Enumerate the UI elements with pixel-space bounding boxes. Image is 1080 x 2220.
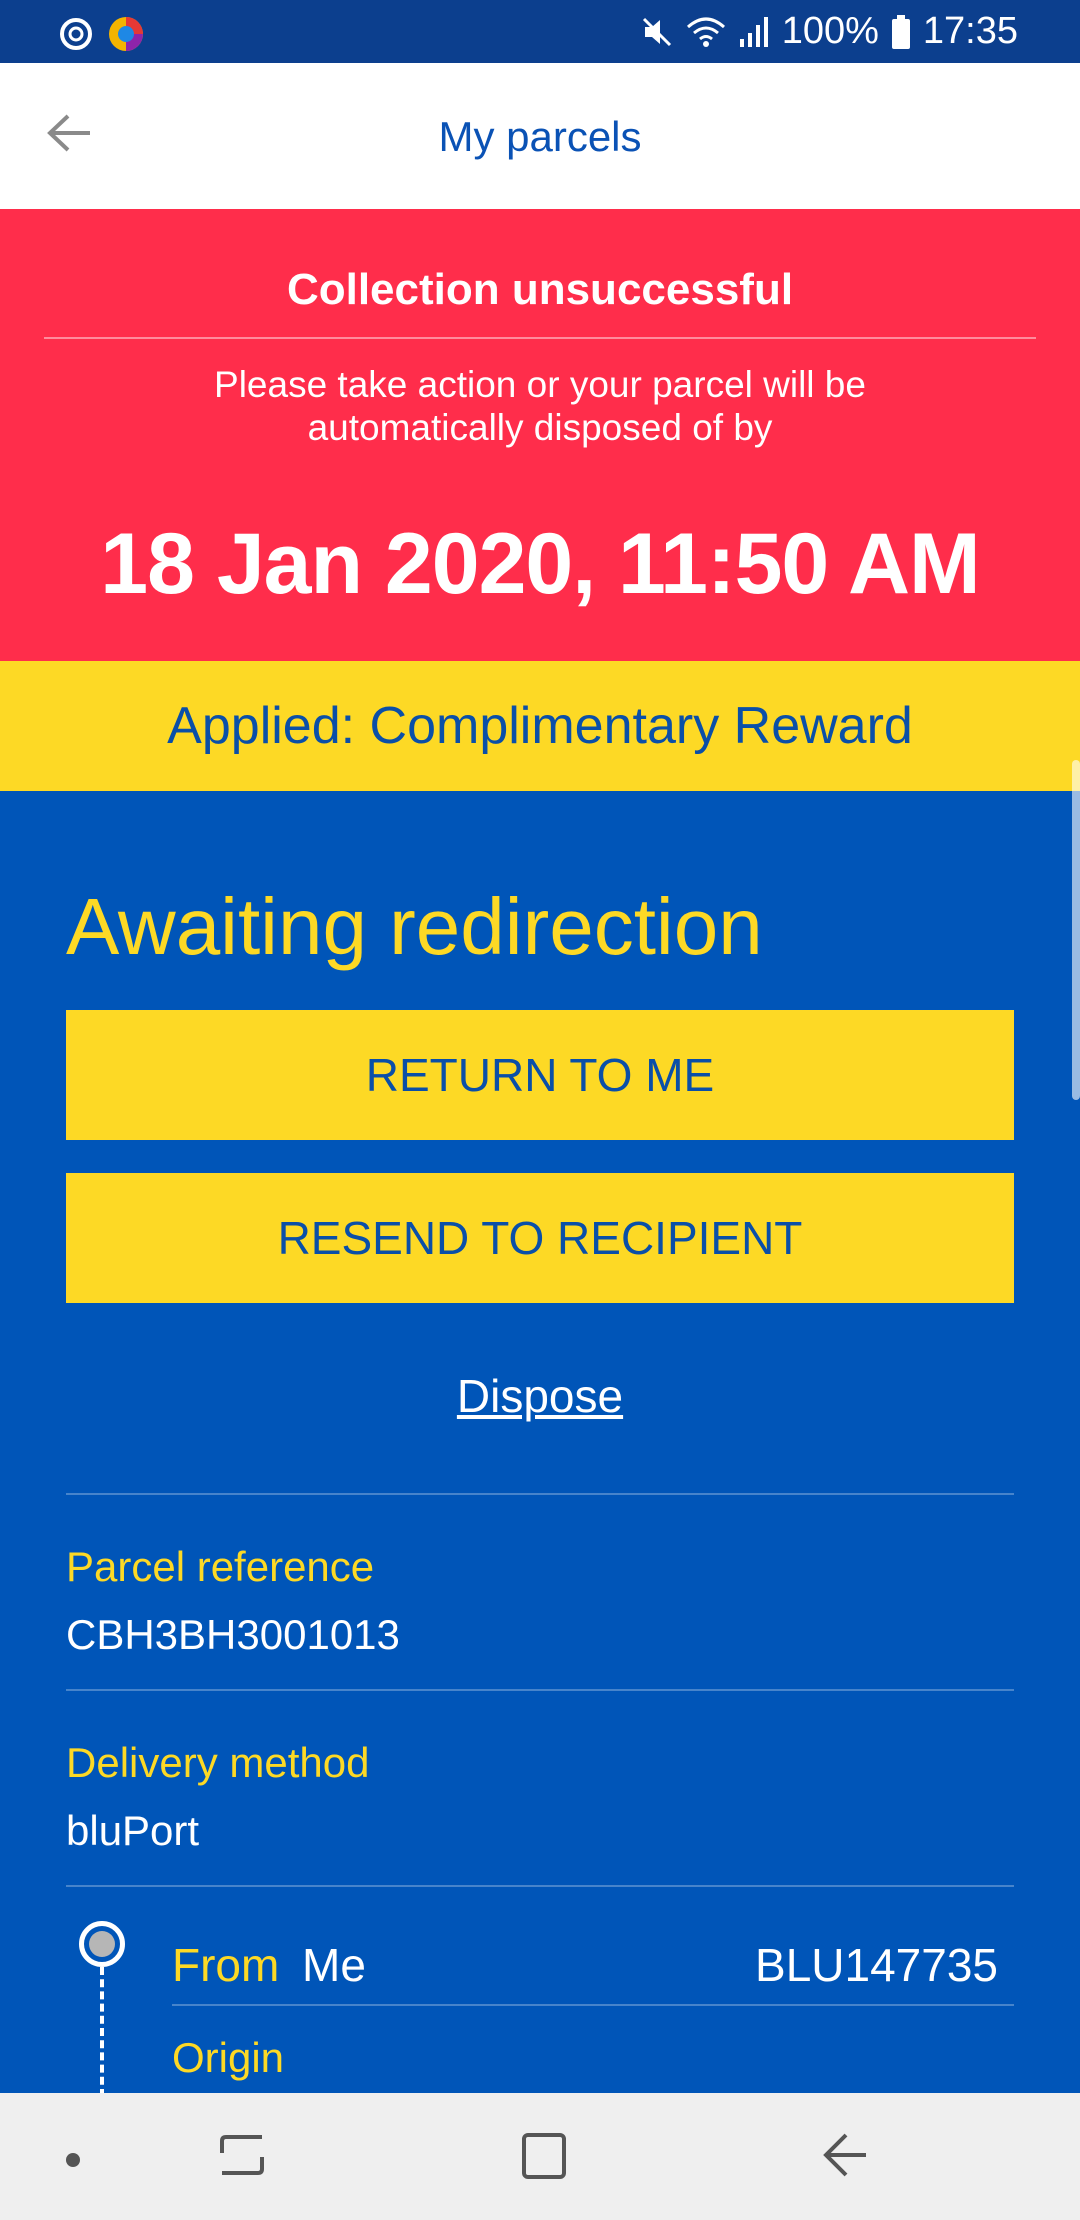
status-bar: 100% 17:35 bbox=[0, 0, 1080, 63]
route-start-marker bbox=[79, 1921, 125, 1967]
resend-to-recipient-button[interactable]: RESEND TO RECIPIENT bbox=[66, 1173, 1014, 1303]
delivery-method-value: bluPort bbox=[66, 1807, 200, 1854]
wifi-icon bbox=[686, 17, 725, 47]
origin-label: Origin bbox=[172, 2034, 285, 2081]
parcel-reference-label: Parcel reference bbox=[66, 1543, 375, 1590]
battery-percent: 100% bbox=[781, 10, 879, 52]
alert-divider bbox=[44, 337, 1036, 339]
nav-dot-icon[interactable] bbox=[66, 2153, 80, 2167]
navigation-bar bbox=[0, 2093, 1080, 2220]
alert-message: Please take action or your parcel will b… bbox=[214, 364, 866, 448]
status-system-icons: 100% 17:35 bbox=[640, 10, 1018, 53]
clock: 17:35 bbox=[922, 10, 1018, 52]
divider bbox=[172, 2004, 1014, 2006]
app-notification-icon bbox=[109, 17, 143, 51]
collection-alert: Collection unsuccessful Please take acti… bbox=[0, 209, 1080, 661]
parcel-reference-value: CBH3BH3001013 bbox=[66, 1611, 400, 1658]
battery-icon bbox=[891, 14, 910, 49]
reward-banner: Applied: Complimentary Reward bbox=[0, 661, 1080, 791]
parcel-details: Awaiting redirection RETURN TO ME RESEND… bbox=[0, 791, 1080, 2093]
route-start-marker-inner bbox=[89, 1931, 115, 1957]
divider bbox=[66, 1493, 1014, 1495]
divider bbox=[66, 1689, 1014, 1691]
status-notification-icons bbox=[58, 14, 146, 54]
from-value: Me bbox=[302, 1939, 366, 1991]
app-header: My parcels bbox=[0, 63, 1080, 209]
nav-recent-icon[interactable] bbox=[218, 2129, 266, 2181]
nav-back-icon[interactable] bbox=[822, 2129, 870, 2181]
mute-icon bbox=[642, 17, 671, 46]
from-code: BLU147735 bbox=[755, 1939, 998, 1991]
scrollbar[interactable] bbox=[1072, 760, 1080, 1100]
sync-icon bbox=[60, 18, 92, 50]
dispose-link[interactable]: Dispose bbox=[0, 1369, 1080, 1423]
divider bbox=[66, 1885, 1014, 1887]
return-to-me-button[interactable]: RETURN TO ME bbox=[66, 1010, 1014, 1140]
nav-home-icon[interactable] bbox=[520, 2131, 568, 2181]
delivery-method-label: Delivery method bbox=[66, 1739, 370, 1786]
alert-deadline: 18 Jan 2020, 11:50 AM bbox=[100, 516, 980, 612]
alert-title: Collection unsuccessful bbox=[286, 265, 794, 314]
route-dashed-line bbox=[100, 1967, 104, 2097]
from-label: From bbox=[172, 1939, 280, 1991]
page-title: My parcels bbox=[438, 113, 642, 160]
parcel-status: Awaiting redirection bbox=[66, 882, 763, 971]
signal-icon bbox=[739, 16, 768, 47]
